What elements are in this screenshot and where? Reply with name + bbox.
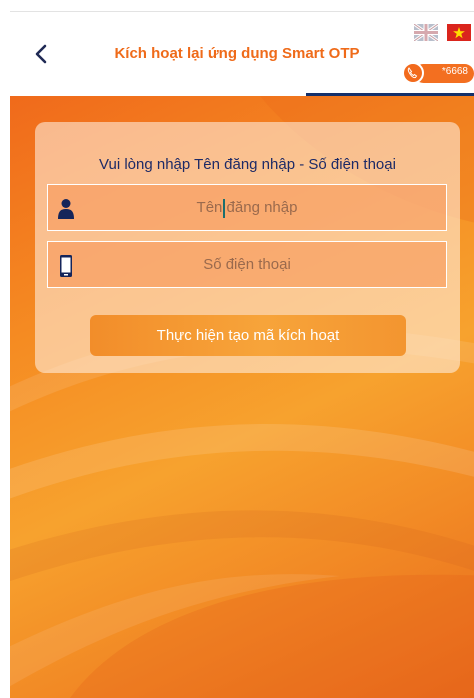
reactivation-form-card: Vui lòng nhập Tên đăng nhập - Số điện th… [35,122,460,373]
phone-icon [407,67,418,79]
page-title: Kích hoạt lại ứng dụng Smart OTP [114,45,360,62]
flag-vn-icon [447,24,471,41]
hotline-number: *6668 [441,66,468,77]
generate-activation-code-button[interactable]: Thực hiện tạo mã kích hoạt [90,315,406,356]
phone-field[interactable] [47,241,447,288]
phone-input[interactable] [48,242,446,287]
hotline-button[interactable]: *6668 [400,62,474,84]
username-input[interactable] [48,185,446,230]
app-header: Kích hoạt lại ứng dụng Smart OTP *6668 [0,12,474,96]
username-field[interactable] [47,184,447,231]
back-button[interactable] [26,38,58,70]
language-vietnamese-button[interactable] [447,24,471,41]
chevron-left-icon [35,44,47,64]
language-english-button[interactable] [413,22,439,43]
hotline-circle [402,62,424,84]
flag-uk-icon [413,22,439,43]
form-instruction: Vui lòng nhập Tên đăng nhập - Số điện th… [99,156,396,173]
text-cursor [223,199,225,218]
